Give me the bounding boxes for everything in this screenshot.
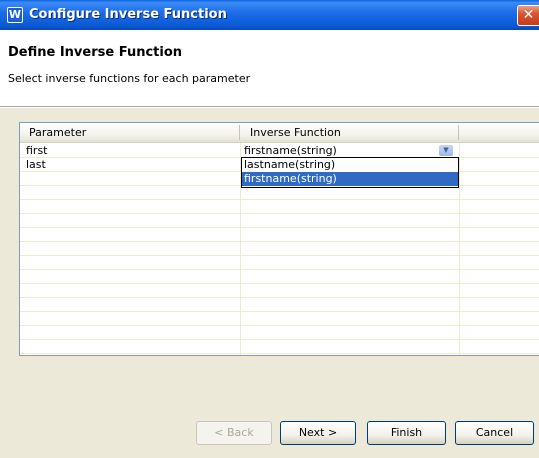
- close-button[interactable]: ✕: [517, 5, 539, 26]
- grid-line: [20, 353, 539, 354]
- back-button[interactable]: < Back: [196, 421, 272, 445]
- combo-selected-value: firstname(string): [244, 144, 337, 157]
- grid-line: [20, 297, 539, 298]
- grid-line: [20, 311, 539, 312]
- column-header-parameter[interactable]: Parameter: [29, 126, 86, 139]
- page-description: Select inverse functions for each parame…: [8, 72, 251, 85]
- grid-line: [20, 269, 539, 270]
- inverse-function-combo[interactable]: firstname(string) ▼: [241, 144, 459, 157]
- page-title: Define Inverse Function: [8, 45, 183, 60]
- grid-line: [20, 339, 539, 340]
- grid-line: [20, 325, 539, 326]
- close-icon: ✕: [522, 7, 535, 23]
- finish-button[interactable]: Finish: [367, 421, 446, 445]
- wizard-header: Define Inverse Function Select inverse f…: [0, 30, 539, 107]
- grid-line: [20, 283, 539, 284]
- grid-line: [20, 227, 539, 228]
- cell-parameter[interactable]: first: [26, 144, 48, 157]
- combo-dropdown-list[interactable]: lastname(string) firstname(string): [241, 157, 459, 188]
- next-button[interactable]: Next >: [280, 421, 356, 445]
- column-divider[interactable]: [239, 125, 240, 140]
- dropdown-option-selected[interactable]: firstname(string): [242, 172, 458, 186]
- chevron-down-icon[interactable]: ▼: [439, 145, 453, 156]
- column-header-inverse-function[interactable]: Inverse Function: [250, 126, 341, 139]
- cancel-button[interactable]: Cancel: [455, 421, 534, 445]
- grid-line: [20, 199, 539, 200]
- grid-line: [20, 241, 539, 242]
- parameter-table[interactable]: Parameter Inverse Function first last fi…: [19, 122, 539, 356]
- window-title: Configure Inverse Function: [29, 7, 227, 22]
- cell-parameter[interactable]: last: [26, 158, 46, 171]
- dropdown-option[interactable]: lastname(string): [242, 158, 458, 172]
- header-divider: [0, 107, 539, 108]
- title-bar: W Configure Inverse Function ✕: [0, 0, 539, 30]
- grid-line: [20, 255, 539, 256]
- column-divider[interactable]: [458, 125, 459, 140]
- table-header: Parameter Inverse Function: [20, 123, 539, 143]
- grid-line: [20, 213, 539, 214]
- app-logo-icon: W: [7, 7, 23, 23]
